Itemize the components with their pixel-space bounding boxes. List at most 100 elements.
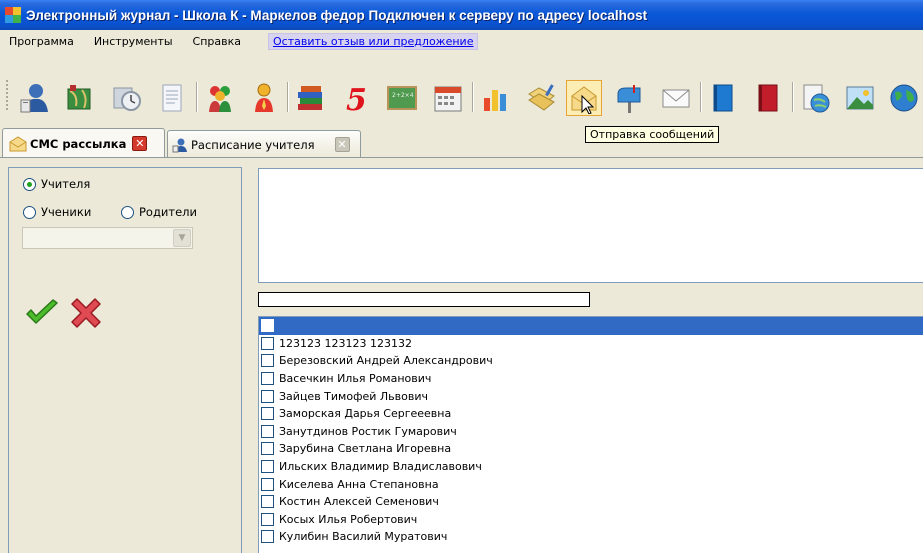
list-item-label: Зайцев Тимофей Львович xyxy=(279,389,428,403)
close-icon[interactable]: ✕ xyxy=(132,136,148,151)
radio-parents[interactable]: Родители xyxy=(121,205,197,219)
list-item[interactable]: Зайцев Тимофей Львович xyxy=(259,387,923,405)
radio-students[interactable]: Ученики xyxy=(23,205,91,219)
red-book-icon[interactable] xyxy=(750,80,786,116)
envelope-icon[interactable] xyxy=(658,80,694,116)
radio-button[interactable] xyxy=(23,177,36,191)
menu-help[interactable]: Справка xyxy=(183,35,251,48)
list-item-label: Киселева Анна Степановна xyxy=(279,477,439,491)
list-item-label: Васечкин Илья Романович xyxy=(279,372,432,386)
list-item-label: Зарубина Светлана Игоревна xyxy=(279,442,452,456)
blue-book-icon[interactable] xyxy=(705,80,741,116)
tab-label: СМС рассылка xyxy=(30,136,127,151)
radio-button[interactable] xyxy=(23,205,36,219)
svg-text:2+2×4: 2+2×4 xyxy=(392,92,414,99)
globe-doc-icon[interactable] xyxy=(798,80,834,116)
list-item-label: 123123 123123 123132 xyxy=(279,336,412,350)
picture-icon[interactable] xyxy=(842,80,878,116)
window-title: Электронный журнал - Школа К - Маркелов … xyxy=(26,7,648,23)
title-bar: Электронный журнал - Школа К - Маркелов … xyxy=(0,0,923,30)
checkbox[interactable] xyxy=(261,512,274,526)
feedback-link[interactable]: Оставить отзыв или предложение xyxy=(268,32,479,50)
clock-icon[interactable] xyxy=(108,80,144,116)
chalkboard-icon[interactable]: 2+2×4 xyxy=(384,80,420,116)
envelope-open-icon[interactable] xyxy=(566,80,602,116)
menu-tools[interactable]: Инструменты xyxy=(84,35,183,48)
radio-label: Родители xyxy=(139,205,197,219)
recipients-list[interactable]: 123123 123123 123132 Березовский Андрей А… xyxy=(258,316,923,553)
message-textarea[interactable] xyxy=(258,168,923,283)
list-item[interactable]: Зарубина Светлана Игоревна xyxy=(259,440,923,458)
checkbox[interactable] xyxy=(261,354,274,368)
list-item-label: Ильских Владимир Владиславович xyxy=(279,460,482,474)
checkbox[interactable] xyxy=(261,389,274,403)
checkbox[interactable] xyxy=(261,530,274,544)
tab-sms[interactable]: СМС рассылка ✕ xyxy=(2,128,165,158)
checkbox[interactable] xyxy=(261,319,274,333)
toolbar-separator xyxy=(792,82,794,112)
list-item-label: Косых Илья Робертович xyxy=(279,512,418,526)
list-item[interactable]: Березовский Андрей Александрович xyxy=(259,352,923,370)
list-item-label: Костин Алексей Семенович xyxy=(279,495,439,509)
books-icon[interactable] xyxy=(292,80,328,116)
person-icon[interactable] xyxy=(246,80,282,116)
map-icon[interactable] xyxy=(62,80,98,116)
toolbar-tooltip: Отправка сообщений xyxy=(585,126,720,143)
toolbar-separator xyxy=(472,82,474,112)
toolbar-separator xyxy=(287,82,289,112)
checkbox[interactable] xyxy=(261,495,274,509)
earth-icon[interactable] xyxy=(886,80,922,116)
menu-program[interactable]: Программа xyxy=(0,35,84,48)
list-item[interactable]: Васечкин Илья Романович xyxy=(259,370,923,388)
list-item[interactable]: Киселева Анна Степановна xyxy=(259,475,923,493)
list-item-label: Березовский Андрей Александрович xyxy=(279,354,493,368)
list-item[interactable]: Костин Алексей Семенович xyxy=(259,493,923,511)
list-item[interactable]: 123123 123123 123132 xyxy=(259,335,923,353)
tab-divider xyxy=(0,157,923,158)
toolbar-separator xyxy=(196,82,198,112)
list-item[interactable]: Косых Илья Робертович xyxy=(259,511,923,529)
tab-label: Расписание учителя xyxy=(191,137,315,152)
svg-text:5: 5 xyxy=(346,83,367,114)
mailbox-icon[interactable] xyxy=(612,80,648,116)
list-item[interactable]: Ильских Владимир Владиславович xyxy=(259,458,923,476)
cancel-button[interactable] xyxy=(68,296,104,330)
checkbox[interactable] xyxy=(261,460,274,474)
group-icon[interactable] xyxy=(202,80,238,116)
person-icon xyxy=(172,138,187,152)
document-icon[interactable] xyxy=(154,80,190,116)
check-icon xyxy=(26,299,58,324)
checkbox[interactable] xyxy=(261,372,274,386)
chart-icon[interactable] xyxy=(478,80,514,116)
menu-bar: Программа Инструменты Справка Оставить о… xyxy=(0,30,923,52)
user-icon[interactable] xyxy=(16,80,52,116)
list-item[interactable]: Заморская Дарья Сергееевна xyxy=(259,405,923,423)
list-item[interactable] xyxy=(259,317,923,335)
checkbox[interactable] xyxy=(261,336,274,350)
radio-button[interactable] xyxy=(121,205,134,219)
class-select[interactable]: ▼ xyxy=(22,227,193,249)
grade-five-icon[interactable]: 5 xyxy=(338,80,374,116)
checkbox[interactable] xyxy=(261,442,274,456)
progress-bar xyxy=(258,292,590,307)
tab-teacher-schedule[interactable]: Расписание учителя ✕ xyxy=(167,130,361,158)
checkbox[interactable] xyxy=(261,407,274,421)
cross-icon xyxy=(71,298,101,328)
radio-label: Учителя xyxy=(41,177,91,191)
list-item-label: Заморская Дарья Сергееевна xyxy=(279,407,452,421)
checkbox[interactable] xyxy=(261,477,274,491)
list-item-label: Занутдинов Ростик Гумарович xyxy=(279,424,457,438)
list-item[interactable]: Кулибин Василий Муратович xyxy=(259,528,923,546)
checkbox[interactable] xyxy=(261,424,274,438)
toolbar-grip[interactable] xyxy=(6,78,10,114)
close-icon[interactable]: ✕ xyxy=(334,137,350,152)
toolbar-separator xyxy=(700,82,702,112)
chevron-down-icon[interactable]: ▼ xyxy=(173,229,191,247)
calendar-icon[interactable] xyxy=(430,80,466,116)
confirm-button[interactable] xyxy=(24,297,60,329)
folders-icon[interactable] xyxy=(524,80,560,116)
radio-label: Ученики xyxy=(41,205,92,219)
list-item[interactable]: Занутдинов Ростик Гумарович xyxy=(259,423,923,441)
recipients-panel xyxy=(8,167,242,553)
radio-teachers[interactable]: Учителя xyxy=(23,177,90,191)
